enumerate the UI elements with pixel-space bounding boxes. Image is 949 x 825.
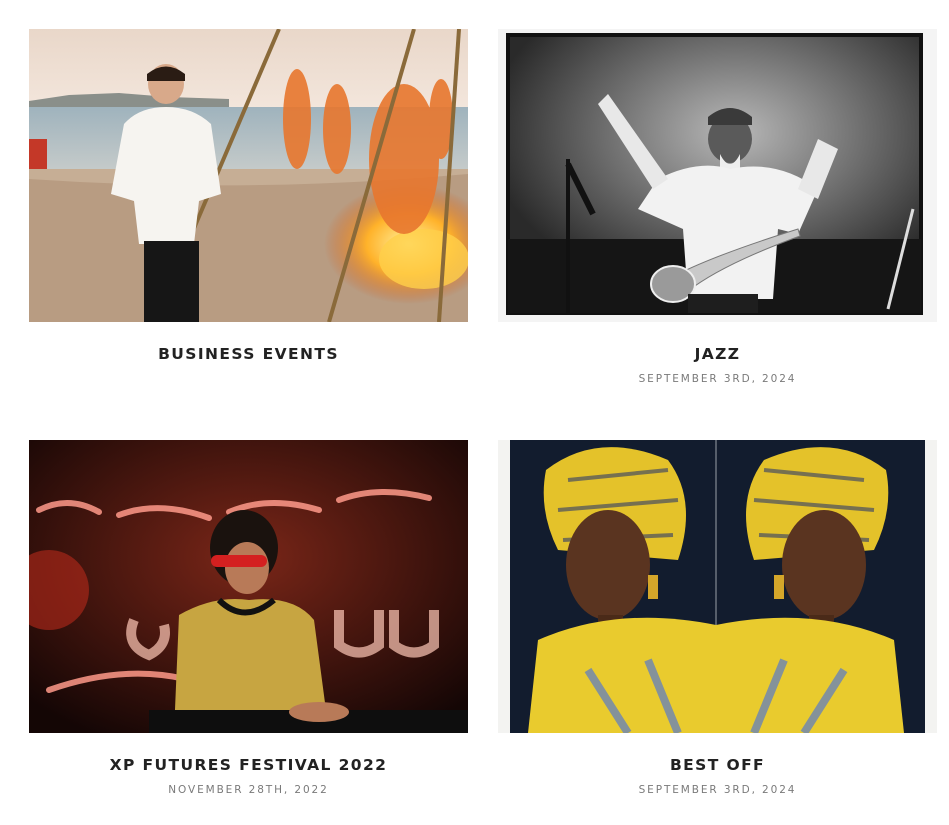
mirrored-portrait-photo-icon bbox=[498, 440, 937, 733]
post-image-best-off[interactable] bbox=[498, 440, 937, 733]
post-title[interactable]: XP FUTURES FESTIVAL 2022 bbox=[29, 755, 468, 775]
post-image-business-events[interactable] bbox=[29, 29, 468, 322]
post-date: NOVEMBER 28TH, 2022 bbox=[168, 784, 329, 796]
post-date bbox=[29, 372, 468, 386]
post-card-xp-futures-festival[interactable]: XP FUTURES FESTIVAL 2022 NOVEMBER 28TH, … bbox=[29, 440, 468, 797]
post-title[interactable]: JAZZ bbox=[498, 344, 937, 364]
post-card-jazz[interactable]: JAZZ SEPTEMBER 3RD, 2024 bbox=[498, 29, 937, 386]
post-title[interactable]: BUSINESS EVENTS bbox=[29, 344, 468, 364]
chef-beach-photo-icon bbox=[29, 29, 468, 322]
post-image-xp-futures-festival[interactable] bbox=[29, 440, 468, 733]
post-date: SEPTEMBER 3RD, 2024 bbox=[638, 373, 797, 385]
post-date: SEPTEMBER 3RD, 2024 bbox=[638, 784, 797, 796]
post-title[interactable]: BEST OFF bbox=[498, 755, 937, 775]
post-image-jazz[interactable] bbox=[498, 29, 937, 322]
post-card-business-events[interactable]: BUSINESS EVENTS bbox=[29, 29, 468, 386]
saxophonist-bw-photo-icon bbox=[498, 29, 937, 322]
post-card-best-off[interactable]: BEST OFF SEPTEMBER 3RD, 2024 bbox=[498, 440, 937, 797]
dj-festival-photo-icon bbox=[29, 440, 468, 733]
